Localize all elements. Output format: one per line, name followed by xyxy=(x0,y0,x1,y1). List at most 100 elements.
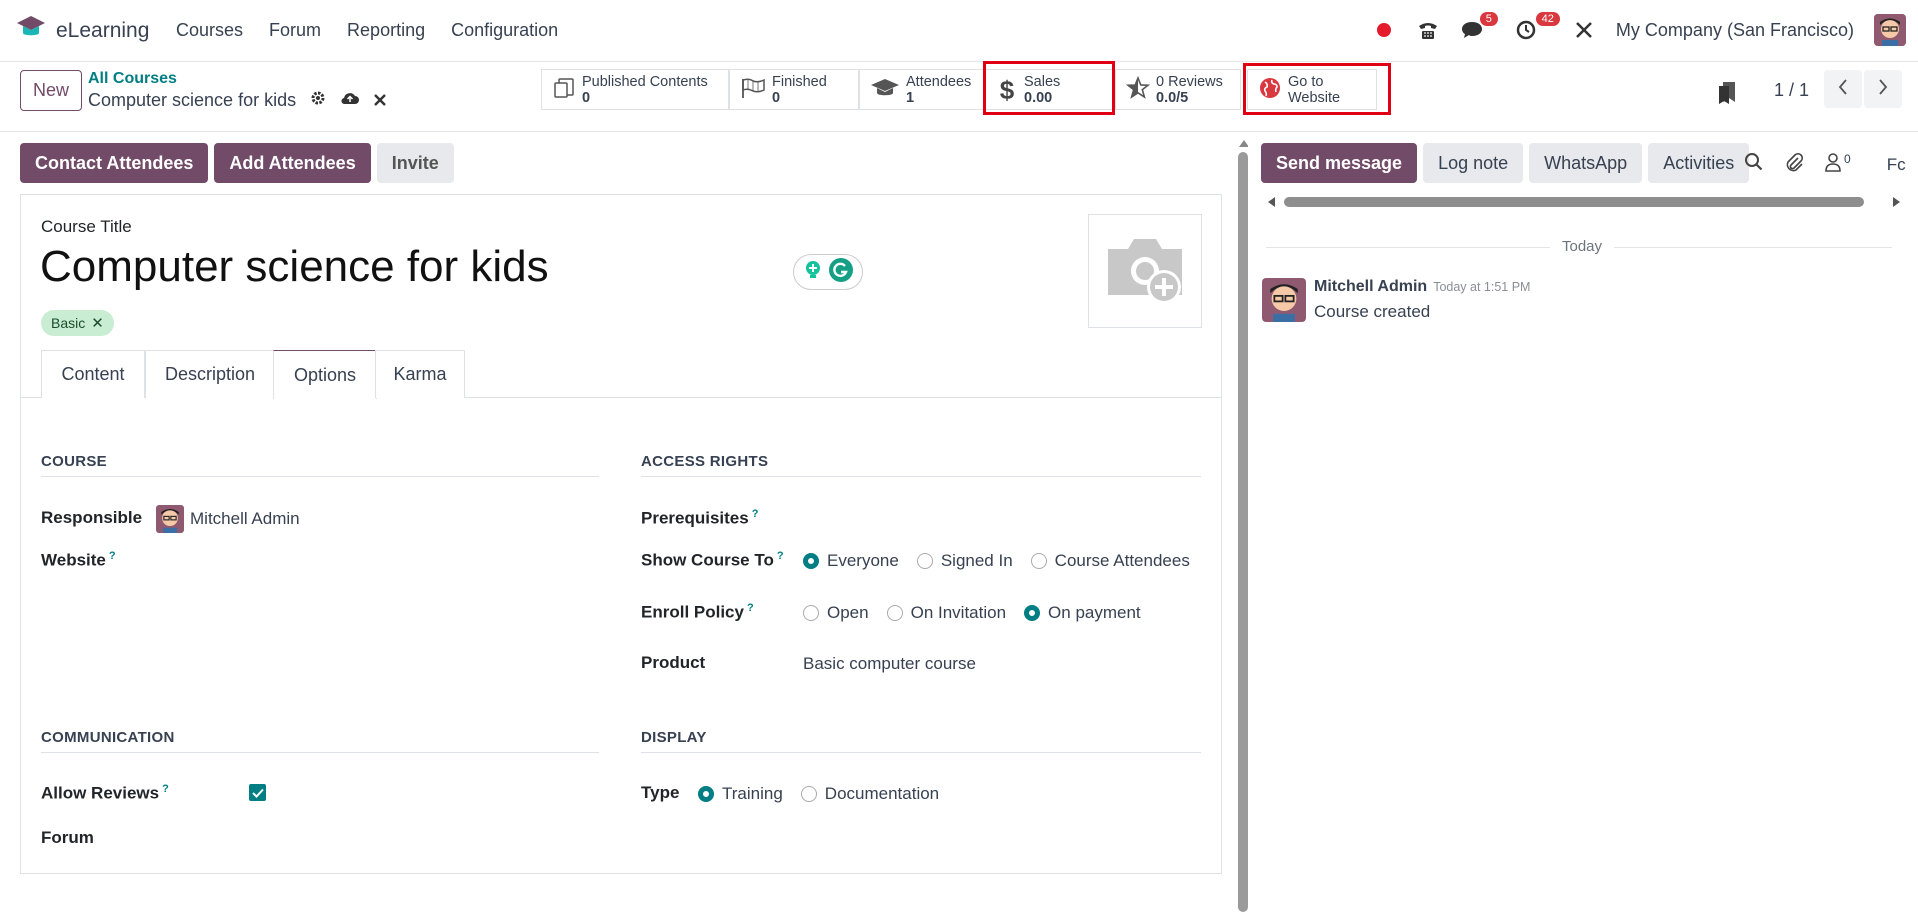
send-message-button[interactable]: Send message xyxy=(1261,143,1418,183)
chatter-scrollbar[interactable] xyxy=(1266,195,1902,209)
reviews-button[interactable]: 0 Reviews 0.0/5 xyxy=(1115,69,1241,110)
radio-open[interactable]: Open xyxy=(803,603,869,623)
new-button[interactable]: New xyxy=(20,70,83,111)
add-attendees-button[interactable]: Add Attendees xyxy=(214,143,371,183)
messages-badge: 5 xyxy=(1479,12,1498,26)
activities-clock-icon[interactable]: 42 xyxy=(1514,12,1560,42)
user-avatar[interactable] xyxy=(1874,14,1906,46)
activities-badge: 42 xyxy=(1535,12,1560,26)
forum-label: Forum xyxy=(41,828,94,847)
finished-label: Finished xyxy=(772,73,827,90)
attendees-value: 1 xyxy=(906,89,915,106)
message-author-avatar[interactable] xyxy=(1262,278,1306,322)
whatsapp-button[interactable]: WhatsApp xyxy=(1529,143,1643,183)
form-tabs: Content Description Options Karma xyxy=(20,350,1222,399)
message-author[interactable]: Mitchell Admin xyxy=(1314,278,1427,296)
app-name: eLearning xyxy=(56,19,150,42)
contact-attendees-button[interactable]: Contact Attendees xyxy=(20,143,209,183)
camera-plus-icon xyxy=(1100,231,1190,312)
section-communication: COMMUNICATION xyxy=(41,729,599,753)
responsible-value: Mitchell Admin xyxy=(190,509,300,528)
attendees-button[interactable]: Attendees 1 xyxy=(859,69,985,110)
messages-icon[interactable]: 5 xyxy=(1460,12,1498,42)
menu-reporting[interactable]: Reporting xyxy=(347,20,425,41)
paperclip-icon[interactable] xyxy=(1784,152,1804,177)
show-course-to-label: Show Course To? xyxy=(641,550,784,570)
log-note-button[interactable]: Log note xyxy=(1423,143,1524,183)
course-title-label: Course Title xyxy=(41,217,132,236)
finished-value: 0 xyxy=(772,89,781,106)
radio-on-payment[interactable]: On payment xyxy=(1024,603,1141,623)
app-brand[interactable]: eLearning xyxy=(16,14,149,48)
activities-button[interactable]: Activities xyxy=(1648,143,1750,183)
pager-value[interactable]: 1 / 1 xyxy=(1774,80,1809,101)
menu-configuration[interactable]: Configuration xyxy=(451,20,558,41)
save-cloud-icon[interactable] xyxy=(340,90,360,111)
invite-button[interactable]: Invite xyxy=(376,143,454,183)
chatter-topbar: Send message Log note WhatsApp Activitie… xyxy=(1261,143,1750,183)
discard-icon[interactable] xyxy=(374,90,386,111)
breadcrumb-current: Computer science for kids xyxy=(88,90,297,110)
record-icon[interactable] xyxy=(1372,18,1396,42)
tab-karma[interactable]: Karma xyxy=(375,350,465,398)
section-course: COURSE xyxy=(41,453,599,477)
radio-training[interactable]: Training xyxy=(698,784,783,804)
phone-icon[interactable] xyxy=(1416,18,1440,42)
tab-description[interactable]: Description xyxy=(145,350,275,398)
systray: 5 42 My Company (San Francisco) xyxy=(1372,12,1906,46)
user-icon xyxy=(1824,152,1842,177)
type-label: Type xyxy=(641,783,680,802)
message-header: Mitchell Admin Today at 1:51 PM xyxy=(1314,278,1530,296)
radio-on-invitation[interactable]: On Invitation xyxy=(886,603,1006,623)
pager-previous-button[interactable] xyxy=(1824,70,1862,108)
finished-button[interactable]: Finished 0 xyxy=(729,69,859,110)
course-title-input[interactable]: Computer science for kids xyxy=(40,242,549,292)
responsible-label: Responsible xyxy=(41,508,143,527)
sales-highlight xyxy=(983,61,1115,115)
product-field[interactable]: Basic computer course xyxy=(803,654,976,674)
attendees-label: Attendees xyxy=(906,73,972,90)
followers-button[interactable]: 0 xyxy=(1824,152,1851,177)
gear-icon[interactable] xyxy=(310,90,326,111)
published-label: Published Contents xyxy=(582,73,708,90)
chevron-right-icon xyxy=(1878,78,1888,100)
main-menu: Courses Forum Reporting Configuration xyxy=(176,20,558,41)
reviews-label: 0 Reviews xyxy=(1156,73,1223,90)
tools-icon[interactable] xyxy=(1572,18,1596,42)
published-value: 0 xyxy=(582,89,591,106)
product-label: Product xyxy=(641,653,706,672)
radio-everyone[interactable]: Everyone xyxy=(803,551,899,571)
grammarly-widget[interactable] xyxy=(793,254,863,290)
prerequisites-label: Prerequisites? xyxy=(641,508,759,528)
top-navbar: eLearning Courses Forum Reporting Config… xyxy=(0,0,1918,62)
radio-documentation[interactable]: Documentation xyxy=(800,784,939,804)
tag-basic: Basic ✕ xyxy=(41,310,114,336)
responsible-field[interactable]: Mitchell Admin xyxy=(156,505,300,533)
graduation-cap-icon xyxy=(16,14,46,48)
company-switcher[interactable]: My Company (San Francisco) xyxy=(1616,20,1854,41)
tab-options[interactable]: Options xyxy=(273,350,377,399)
bookmark-icon[interactable] xyxy=(1716,79,1738,110)
reviews-value: 0.0/5 xyxy=(1156,89,1189,106)
today-label: Today xyxy=(1550,238,1615,255)
tab-content[interactable]: Content xyxy=(41,350,145,398)
menu-courses[interactable]: Courses xyxy=(176,20,243,41)
search-icon[interactable] xyxy=(1744,152,1764,177)
pager-next-button[interactable] xyxy=(1864,70,1902,108)
allow-reviews-label: Allow Reviews? xyxy=(41,783,169,803)
follow-button[interactable]: Fc xyxy=(1887,155,1906,175)
breadcrumb-parent[interactable]: All Courses xyxy=(88,70,177,88)
documents-icon xyxy=(552,76,576,104)
check-icon xyxy=(251,783,264,803)
radio-course-attendees[interactable]: Course Attendees xyxy=(1030,551,1190,571)
course-image-upload[interactable] xyxy=(1088,214,1202,328)
website-highlight xyxy=(1243,63,1391,115)
tag-remove-icon[interactable]: ✕ xyxy=(91,314,104,332)
chevron-left-icon xyxy=(1838,78,1848,100)
show-course-to-radio: Everyone Signed In Course Attendees xyxy=(803,551,1208,571)
allow-reviews-checkbox[interactable] xyxy=(249,784,266,801)
published-contents-button[interactable]: Published Contents 0 xyxy=(541,69,729,110)
menu-forum[interactable]: Forum xyxy=(269,20,321,41)
radio-signed-in[interactable]: Signed In xyxy=(916,551,1013,571)
graduation-cap-stat-icon xyxy=(870,77,900,103)
